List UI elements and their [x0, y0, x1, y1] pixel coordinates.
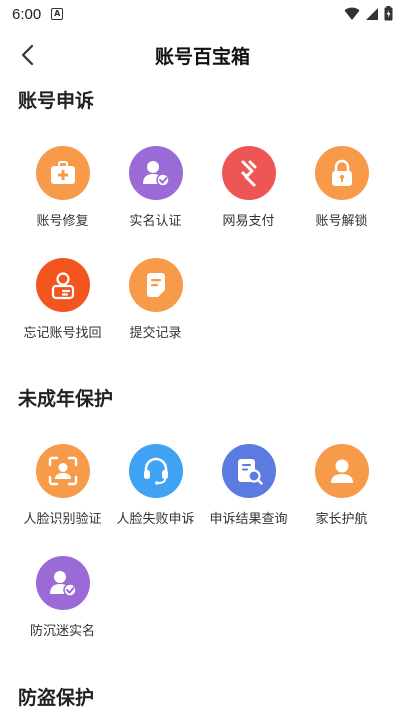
status-time: 6:00 [12, 5, 42, 23]
notification-badge-icon: A [51, 8, 64, 20]
battery-icon [384, 6, 393, 21]
grid-item-label: 提交记录 [129, 326, 182, 341]
grid-item-appeal-result-query[interactable]: 申诉结果查询 [202, 444, 295, 544]
grid-item-netease-pay[interactable]: 网易支付 [202, 146, 295, 246]
first-aid-kit-icon [35, 146, 90, 200]
headset-icon [128, 444, 183, 498]
page-title: 账号百宝箱 [154, 46, 250, 68]
document-icon [128, 258, 183, 312]
grid-item-label: 防沉迷实名 [29, 624, 95, 639]
status-indicators [344, 6, 393, 21]
grid-item-label: 家长护航 [315, 512, 368, 527]
grid-item-label: 人脸识别验证 [23, 512, 102, 527]
grid-item-label: 账号解锁 [315, 214, 368, 229]
grid-item-account-unlock[interactable]: 账号解锁 [295, 146, 388, 246]
cell-signal-icon [366, 7, 378, 20]
user-verified-icon [128, 146, 183, 200]
header: 账号百宝箱 [0, 32, 405, 78]
grid-item-label: 人脸失败申诉 [116, 512, 195, 527]
grid-item-label: 实名认证 [129, 214, 182, 229]
account-recovery-icon [35, 258, 90, 312]
anti-addiction-icon [35, 556, 90, 610]
grid-item-forgot-account[interactable]: 忘记账号找回 [16, 258, 109, 358]
grid-item-face-failure-appeal[interactable]: 人脸失败申诉 [109, 444, 202, 544]
status-bar: 6:00 A [0, 0, 405, 28]
grid-item-label: 网易支付 [222, 214, 275, 229]
parent-icon [314, 444, 369, 498]
grid-item-label: 申诉结果查询 [209, 512, 288, 527]
face-scan-icon [35, 444, 90, 498]
grid-item-face-verification[interactable]: 人脸识别验证 [16, 444, 109, 544]
grid-item-anti-addiction-real-name[interactable]: 防沉迷实名 [16, 556, 109, 656]
grid-item-label: 账号修复 [36, 214, 89, 229]
netease-pay-icon [221, 146, 276, 200]
grid-item-label: 忘记账号找回 [23, 326, 102, 341]
section-title-anti-theft: 防盗保护 [18, 687, 95, 709]
grid-item-submission-records[interactable]: 提交记录 [109, 258, 202, 358]
wifi-icon [344, 7, 360, 20]
section-title-minor-protection: 未成年保护 [18, 388, 114, 410]
result-search-icon [221, 444, 276, 498]
grid-item-account-repair[interactable]: 账号修复 [16, 146, 109, 246]
grid-item-real-name-auth[interactable]: 实名认证 [109, 146, 202, 246]
grid-item-parent-guard[interactable]: 家长护航 [295, 444, 388, 544]
section-title-account-appeal: 账号申诉 [18, 90, 95, 112]
unlock-icon [314, 146, 369, 200]
